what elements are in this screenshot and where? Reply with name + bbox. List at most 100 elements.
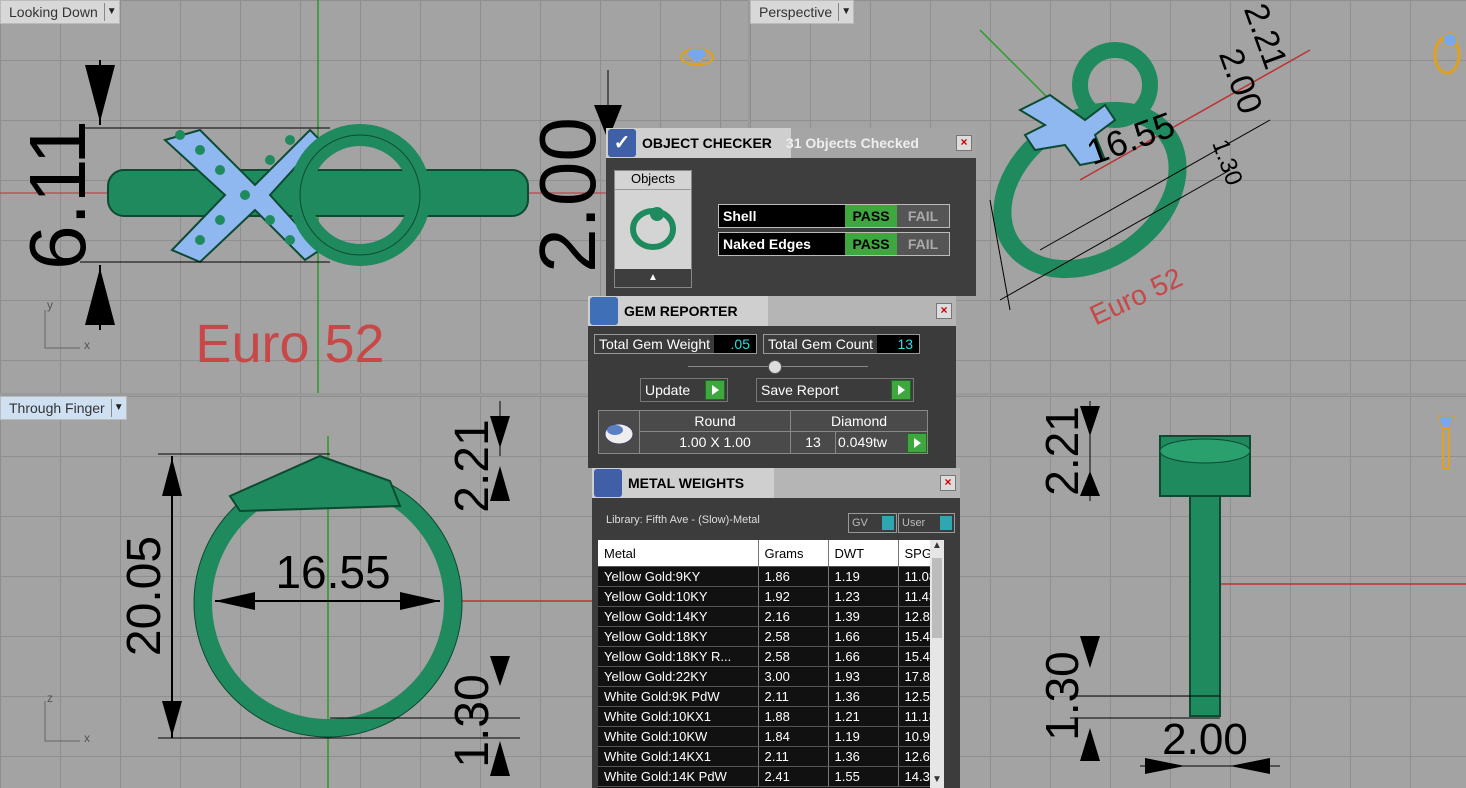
- close-icon[interactable]: ×: [940, 475, 956, 491]
- dwt: 1.23: [828, 586, 899, 607]
- object-preview-icon: [625, 199, 681, 255]
- update-button[interactable]: Update: [640, 378, 728, 402]
- table-row[interactable]: White Gold:9K PdW 2.11 1.36 12.59: [598, 686, 944, 707]
- metal-weights-panel: METAL WEIGHTS × Library: Fifth Ave - (Sl…: [592, 468, 960, 788]
- metal-name: Yellow Gold:14KY: [598, 606, 759, 627]
- axis-y-label: y: [47, 298, 53, 312]
- euro-label: Euro 52: [195, 314, 384, 374]
- scroll-thumb[interactable]: [932, 558, 942, 638]
- grams: 1.88: [758, 706, 829, 727]
- grams: 1.84: [758, 726, 829, 747]
- grams: 2.58: [758, 626, 829, 647]
- toggle-icon: [940, 516, 952, 530]
- close-icon[interactable]: ×: [956, 135, 972, 151]
- scroll-down-icon[interactable]: ▼: [930, 774, 944, 788]
- scroll-up-button[interactable]: ▲: [615, 269, 691, 287]
- gem-row[interactable]: Round 1.00 X 1.00 Diamond 13 0.049tw: [598, 410, 928, 454]
- dim-width: 2.00: [523, 117, 612, 273]
- grams: 3.00: [758, 666, 829, 687]
- grams: 2.11: [758, 746, 829, 767]
- user-toggle[interactable]: User: [898, 513, 955, 533]
- dim-d: 1.30: [1206, 136, 1247, 189]
- table-header: Metal Grams DWT SPG: [598, 540, 944, 567]
- gem-material: Diamond: [791, 411, 927, 432]
- vertical-scrollbar[interactable]: ▲ ▼: [930, 540, 944, 788]
- save-report-button[interactable]: Save Report: [756, 378, 914, 402]
- play-icon: [891, 380, 911, 400]
- total-gem-count-label: Total Gem Count: [768, 336, 874, 352]
- table-row[interactable]: Yellow Gold:22KY 3.00 1.93 17.89: [598, 666, 944, 687]
- grams: 2.16: [758, 606, 829, 627]
- ring-preview-icon: [680, 47, 714, 66]
- dwt: 1.66: [828, 646, 899, 667]
- dim-top: 2.21: [446, 419, 499, 512]
- save-report-label: Save Report: [761, 382, 839, 398]
- checkmark-icon: ✓: [608, 129, 636, 157]
- check-name: Naked Edges: [719, 233, 845, 255]
- play-icon[interactable]: [907, 433, 927, 453]
- dwt: 1.36: [828, 746, 899, 767]
- table-row[interactable]: Yellow Gold:18KY 2.58 1.66 15.41: [598, 626, 944, 647]
- table-row[interactable]: White Gold:14KX1 2.11 1.36 12.61: [598, 746, 944, 767]
- objects-checked-status: 31 Objects Checked: [785, 135, 919, 151]
- metal-table-container[interactable]: Metal Grams DWT SPG Yellow Gold:9KY 1.86 1…: [598, 540, 944, 788]
- column-header[interactable]: Grams: [758, 540, 829, 567]
- round-gem-icon: [599, 411, 639, 453]
- metal-weights-title: METAL WEIGHTS: [628, 475, 745, 491]
- fail-button[interactable]: FAIL: [897, 233, 949, 255]
- gem-size: 1.00 X 1.00: [679, 434, 751, 450]
- slider-handle[interactable]: [768, 360, 782, 374]
- total-gem-count: Total Gem Count 13: [763, 334, 921, 354]
- pass-button[interactable]: PASS: [845, 205, 897, 227]
- table-row[interactable]: White Gold:10KW 1.84 1.19 10.99: [598, 726, 944, 747]
- metal-name: Yellow Gold:9KY: [598, 566, 759, 587]
- dim-width: 2.00: [1162, 715, 1248, 764]
- dim-bottom: 1.30: [446, 674, 499, 767]
- gem-shape: Round: [640, 411, 790, 432]
- metal-name: Yellow Gold:18KY: [598, 626, 759, 647]
- dim-outer: 20.05: [118, 536, 171, 656]
- grams: 2.41: [758, 766, 829, 787]
- object-checker-panel: ✓ OBJECT CHECKER 31 Objects Checked × Ob…: [606, 128, 976, 296]
- close-icon[interactable]: ×: [936, 303, 952, 319]
- gem-reporter-panel: GEM REPORTER × Total Gem Weight .05 Tota…: [588, 296, 956, 468]
- axis-x-label: x: [84, 731, 90, 745]
- grams: 2.58: [758, 646, 829, 667]
- user-label: User: [902, 517, 926, 529]
- object-checker-title: OBJECT CHECKER: [642, 135, 772, 151]
- ring-preview-icon: [1437, 415, 1455, 469]
- dim-height: 6.11: [13, 120, 102, 270]
- column-header[interactable]: DWT: [828, 540, 899, 567]
- grams: 1.86: [758, 566, 829, 587]
- object-checker-header[interactable]: ✓ OBJECT CHECKER 31 Objects Checked ×: [606, 128, 976, 158]
- column-header[interactable]: Metal: [598, 540, 759, 567]
- check-row-naked-edges: Naked Edges PASS FAIL: [718, 232, 950, 256]
- dwt: 1.19: [828, 566, 899, 587]
- update-label: Update: [645, 382, 691, 398]
- dwt: 1.21: [828, 706, 899, 727]
- table-row[interactable]: Yellow Gold:9KY 1.86 1.19 11.08: [598, 566, 944, 587]
- gem-slider[interactable]: [688, 360, 868, 374]
- total-gem-weight-value: .05: [714, 335, 757, 353]
- table-row[interactable]: Yellow Gold:18KY R... 2.58 1.66 15.41: [598, 646, 944, 667]
- axis-z-label: z: [47, 691, 53, 705]
- dim-bottom: 1.30: [1036, 651, 1088, 741]
- fail-button[interactable]: FAIL: [897, 205, 949, 227]
- gv-toggle[interactable]: GV: [848, 513, 897, 533]
- table-row[interactable]: Yellow Gold:14KY 2.16 1.39 12.88: [598, 606, 944, 627]
- grams: 1.92: [758, 586, 829, 607]
- gem-reporter-header[interactable]: GEM REPORTER ×: [588, 296, 956, 326]
- gem-reporter-title: GEM REPORTER: [624, 303, 738, 319]
- library-label: Library: Fifth Ave - (Slow)-Metal: [606, 514, 760, 526]
- scroll-up-icon[interactable]: ▲: [930, 540, 944, 554]
- axis-x-label: x: [84, 338, 90, 352]
- objects-thumbnail-box[interactable]: Objects ▲: [614, 170, 692, 288]
- metal-weights-header[interactable]: METAL WEIGHTS ×: [592, 468, 960, 498]
- gem-report-icon: [590, 297, 618, 325]
- pass-button[interactable]: PASS: [845, 233, 897, 255]
- gem-count: 13: [791, 432, 836, 453]
- table-row[interactable]: White Gold:14K PdW 2.41 1.55 14.37: [598, 766, 944, 787]
- table-row[interactable]: White Gold:10KX1 1.88 1.21 11.18: [598, 706, 944, 727]
- table-row[interactable]: Yellow Gold:10KY 1.92 1.23 11.43: [598, 586, 944, 607]
- dwt: 1.36: [828, 686, 899, 707]
